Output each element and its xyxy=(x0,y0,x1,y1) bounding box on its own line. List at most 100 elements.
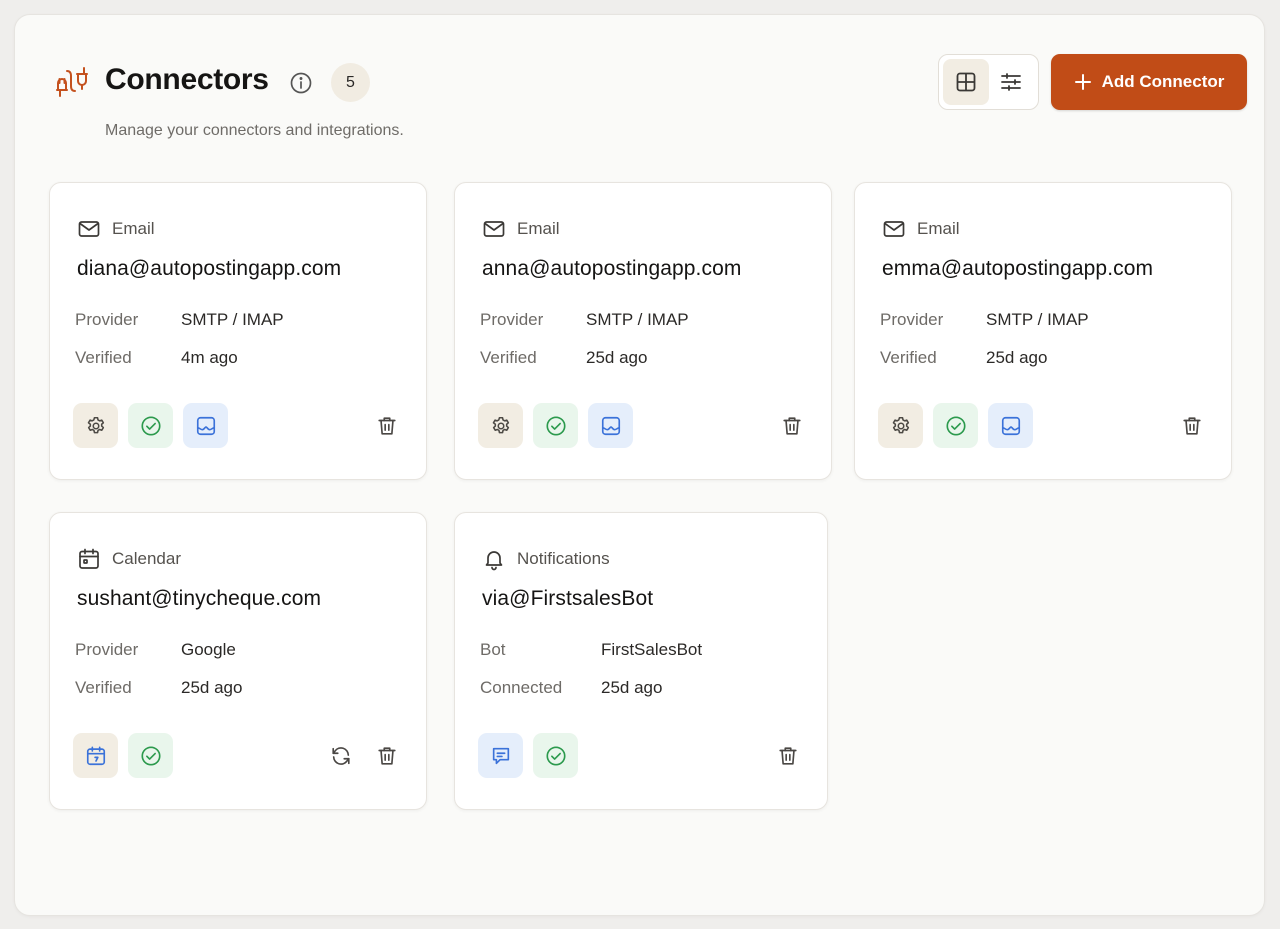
page-subtitle: Manage your connectors and integrations. xyxy=(105,122,404,139)
bell-icon xyxy=(485,551,503,571)
card-type: Email xyxy=(77,217,155,241)
row-label: Connected xyxy=(480,678,563,697)
card-type-label: Email xyxy=(517,219,560,238)
gear-icon xyxy=(87,416,104,433)
provider-row: Provider SMTP / IMAP xyxy=(480,310,689,330)
row-value: SMTP / IMAP xyxy=(986,310,1089,329)
list-view-button[interactable] xyxy=(989,59,1035,105)
mail-icon xyxy=(883,221,905,237)
card-actions xyxy=(478,733,578,778)
mail-icon xyxy=(78,221,100,237)
info-icon[interactable] xyxy=(289,71,313,95)
verify-button[interactable] xyxy=(933,403,978,448)
connector-name: diana@autopostingapp.com xyxy=(77,257,342,280)
connector-name: emma@autopostingapp.com xyxy=(882,257,1154,280)
card-type-label: Calendar xyxy=(112,549,181,568)
row-label: Bot xyxy=(480,640,506,659)
trash-icon[interactable] xyxy=(376,415,398,437)
view-toggle xyxy=(938,54,1039,110)
mail-icon xyxy=(483,221,505,237)
row-value: 25d ago xyxy=(586,348,648,367)
card-type-label: Email xyxy=(917,219,960,238)
row-label: Provider xyxy=(480,310,544,329)
inbox-icon xyxy=(196,416,215,435)
card-actions xyxy=(878,403,1033,448)
message-button[interactable] xyxy=(478,733,523,778)
row-value: Google xyxy=(181,640,236,659)
connector-card[interactable]: Email diana@autopostingapp.com Provider S… xyxy=(49,182,427,480)
calendar-icon xyxy=(79,548,99,569)
add-connector-button[interactable]: Add Connector xyxy=(1051,54,1247,110)
trash-icon[interactable] xyxy=(781,415,803,437)
settings-button[interactable] xyxy=(878,403,923,448)
card-actions xyxy=(73,733,173,778)
verify-button[interactable] xyxy=(533,733,578,778)
row-value: FirstSalesBot xyxy=(601,640,703,659)
card-actions xyxy=(478,403,633,448)
settings-button[interactable] xyxy=(73,403,118,448)
inbox-button[interactable] xyxy=(183,403,228,448)
card-type: Notifications xyxy=(482,547,610,571)
bot-row: Bot FirstSalesBot xyxy=(480,640,702,660)
grid-icon xyxy=(956,72,976,92)
row-label: Verified xyxy=(75,678,132,697)
verify-button[interactable] xyxy=(128,733,173,778)
card-type-label: Notifications xyxy=(517,549,610,568)
page-title: Connectors xyxy=(105,63,269,96)
verified-row: Verified 25d ago xyxy=(480,348,647,368)
card-type: Calendar xyxy=(77,547,181,571)
trash-icon[interactable] xyxy=(1181,415,1203,437)
verify-button[interactable] xyxy=(533,403,578,448)
connected-row: Connected 25d ago xyxy=(480,678,662,698)
gear-icon xyxy=(892,416,909,433)
settings-button[interactable] xyxy=(478,403,523,448)
trash-icon[interactable] xyxy=(376,745,398,767)
row-label: Verified xyxy=(480,348,537,367)
card-type-label: Email xyxy=(112,219,155,238)
connector-name: via@FirstsalesBot xyxy=(482,587,654,610)
message-icon xyxy=(492,747,509,764)
connector-card[interactable]: Email anna@autopostingapp.com Provider SM… xyxy=(454,182,832,480)
row-label: Provider xyxy=(880,310,944,329)
card-actions xyxy=(73,403,228,448)
plus-icon xyxy=(1074,74,1091,90)
grid-view-button[interactable] xyxy=(943,59,989,105)
connectors-panel: Connectors 5 Manage your connectors and … xyxy=(14,14,1265,916)
inbox-icon xyxy=(601,416,620,435)
verified-row: Verified 25d ago xyxy=(75,678,242,698)
row-label: Verified xyxy=(880,348,937,367)
page-header: Connectors 5 Manage your connectors and … xyxy=(15,15,1264,175)
row-label: Provider xyxy=(75,310,139,329)
calendar-icon xyxy=(86,745,105,765)
connector-card[interactable]: Notifications via@FirstsalesBot Bot First… xyxy=(454,512,828,810)
connector-card[interactable]: Calendar sushant@tinycheque.com Provider… xyxy=(49,512,427,810)
row-label: Provider xyxy=(75,640,139,659)
connector-count-badge: 5 xyxy=(331,63,370,102)
check-circle-icon xyxy=(140,415,161,436)
row-value: 25d ago xyxy=(181,678,243,697)
connector-card[interactable]: Email emma@autopostingapp.com Provider SM… xyxy=(854,182,1232,480)
verified-row: Verified 25d ago xyxy=(880,348,1047,368)
provider-row: Provider SMTP / IMAP xyxy=(880,310,1089,330)
sliders-icon xyxy=(1001,73,1022,91)
gear-icon xyxy=(492,416,509,433)
row-value: 4m ago xyxy=(181,348,238,367)
inbox-button[interactable] xyxy=(588,403,633,448)
plug-icon xyxy=(55,65,89,99)
provider-row: Provider Google xyxy=(75,640,236,660)
row-value: 25d ago xyxy=(601,678,663,697)
trash-icon[interactable] xyxy=(777,745,799,767)
provider-row: Provider SMTP / IMAP xyxy=(75,310,284,330)
connector-name: sushant@tinycheque.com xyxy=(77,587,322,610)
calendar-settings-button[interactable] xyxy=(73,733,118,778)
card-type: Email xyxy=(482,217,560,241)
verify-button[interactable] xyxy=(128,403,173,448)
connector-name: anna@autopostingapp.com xyxy=(482,257,742,280)
card-type: Email xyxy=(882,217,960,241)
check-circle-icon xyxy=(545,745,566,766)
inbox-button[interactable] xyxy=(988,403,1033,448)
verified-row: Verified 4m ago xyxy=(75,348,238,368)
row-value: 25d ago xyxy=(986,348,1048,367)
refresh-icon[interactable] xyxy=(330,745,352,767)
row-label: Verified xyxy=(75,348,132,367)
